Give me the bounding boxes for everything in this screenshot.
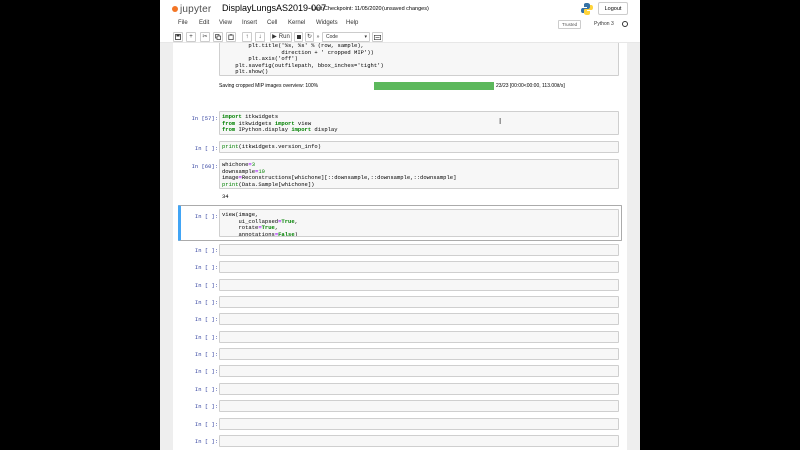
kernel-name: Python 3 <box>594 21 614 27</box>
cell-prompt: In [ ]: <box>194 351 218 358</box>
jupyter-page: jupyter DisplayLungsAS2019-007 Last Chec… <box>160 0 640 450</box>
move-down-button[interactable]: ↓ <box>255 32 265 42</box>
trusted-indicator[interactable]: Trusted <box>558 20 582 29</box>
notebook-container[interactable]: plt.title('%s, %s' % (row, sample), dire… <box>173 43 627 450</box>
jupyter-logo-text: jupyter <box>180 3 212 15</box>
cut-icon: ✂ <box>202 34 208 40</box>
code-input[interactable] <box>219 313 619 325</box>
logout-button[interactable]: Logout <box>598 2 628 15</box>
notebook-title[interactable]: DisplayLungsAS2019-007 <box>222 3 326 13</box>
toolbar: + ✂ ↑ ↓ ▶ Run ↻ » Code ▾ <box>160 31 640 43</box>
cell-output: 34 <box>222 193 229 200</box>
save-icon <box>175 34 181 40</box>
header: jupyter DisplayLungsAS2019-007 Last Chec… <box>160 0 640 19</box>
cell-type-value: Code <box>326 34 338 40</box>
cell-prompt: In [ ]: <box>194 438 218 445</box>
code-input[interactable]: view(image, ui_collapsed=True, rotate=Tr… <box>219 209 619 237</box>
menu-help[interactable]: Help <box>346 20 358 26</box>
interrupt-button[interactable] <box>294 32 303 42</box>
code-line: print(Data.Sample[whichone]) <box>222 180 315 188</box>
cell-prompt: In [ ]: <box>194 145 218 152</box>
jupyter-logo[interactable]: jupyter <box>172 2 211 16</box>
progress-stats: 23/23 [00:00<00:00, 113.00it/s] <box>496 83 565 89</box>
progress-output: Saving cropped MIP images overview: 100%… <box>219 82 619 91</box>
cell-prompt: In [ ]: <box>194 247 218 254</box>
move-up-button[interactable]: ↑ <box>242 32 252 42</box>
move-up-icon: ↑ <box>245 34 249 40</box>
save-button[interactable] <box>173 32 183 42</box>
code-line: print(itkwidgets.version_info) <box>222 143 322 150</box>
menu-view[interactable]: View <box>219 20 232 26</box>
command-palette-button[interactable] <box>372 32 383 42</box>
jupyter-logo-icon <box>172 6 178 12</box>
add-cell-button[interactable]: + <box>186 32 196 42</box>
move-down-icon: ↓ <box>258 34 262 40</box>
restart-button[interactable]: ↻ <box>305 32 314 42</box>
run-label: Run <box>278 34 290 40</box>
screen: jupyter DisplayLungsAS2019-007 Last Chec… <box>0 0 800 450</box>
code-input[interactable] <box>219 348 619 360</box>
code-input[interactable] <box>219 279 619 291</box>
cell-prompt: In [ ]: <box>194 386 218 393</box>
code-input[interactable]: whichone=3 downsample=10 image=Reconstruct… <box>219 159 619 189</box>
chevron-down-icon: ▾ <box>364 34 367 40</box>
code-input[interactable]: print(itkwidgets.version_info) <box>219 141 619 153</box>
cell-prompt: In [ ]: <box>194 421 218 428</box>
stop-icon <box>296 35 301 39</box>
code-input[interactable]: import itkwidgets from itkwidgets import … <box>219 111 619 135</box>
code-input[interactable]: plt.title('%s, %s' % (row, sample), dire… <box>219 43 619 76</box>
run-icon: ▶ <box>272 34 277 40</box>
python-logo-icon <box>581 3 593 15</box>
kernel-status-icon <box>622 21 628 27</box>
restart-run-icon: » <box>316 33 320 40</box>
cut-button[interactable]: ✂ <box>200 32 210 42</box>
code-input[interactable] <box>219 435 619 447</box>
cell-prompt: In [57]: <box>191 115 218 122</box>
unsaved-changes-indicator: (unsaved changes) <box>382 6 429 12</box>
menu-edit[interactable]: Edit <box>199 20 209 26</box>
code-input[interactable] <box>219 418 619 430</box>
cell-prompt: In [ ]: <box>194 334 218 341</box>
menu-file[interactable]: File <box>178 20 188 26</box>
code-input[interactable] <box>219 244 619 256</box>
last-checkpoint: Last Checkpoint: 11/05/2020 <box>312 6 382 12</box>
cell-prompt: In [ ]: <box>194 264 218 271</box>
run-button[interactable]: ▶ Run <box>270 32 292 42</box>
code-input[interactable] <box>219 383 619 395</box>
progress-label: Saving cropped MIP images overview: 100% <box>219 83 319 89</box>
cell-type-select[interactable]: Code ▾ <box>322 32 370 42</box>
code-line: plt.show() <box>222 68 269 75</box>
cell-prompt: In [ ]: <box>194 368 218 375</box>
restart-run-button[interactable]: » <box>316 32 320 42</box>
progress-bar <box>374 82 494 90</box>
paste-icon <box>228 34 234 40</box>
i-beam-cursor-icon: I <box>499 117 502 126</box>
restart-icon: ↻ <box>306 34 313 40</box>
cell-prompt: In [ ]: <box>194 316 218 323</box>
menu-kernel[interactable]: Kernel <box>288 20 305 26</box>
code-line: annotations=False) <box>222 230 298 237</box>
paste-button[interactable] <box>226 32 236 42</box>
code-input[interactable] <box>219 400 619 412</box>
add-cell-icon: + <box>189 34 193 40</box>
cell-prompt: In [ ]: <box>194 282 218 289</box>
code-input[interactable] <box>219 365 619 377</box>
code-input[interactable] <box>219 261 619 273</box>
menu-cell[interactable]: Cell <box>267 20 277 26</box>
code-input[interactable] <box>219 331 619 343</box>
cell-prompt: In [ ]: <box>194 403 218 410</box>
copy-button[interactable] <box>213 32 223 42</box>
cell-prompt: In [60]: <box>191 163 218 170</box>
command-palette-icon <box>374 34 381 40</box>
code-input[interactable] <box>219 296 619 308</box>
code-line: from IPython.display import display <box>222 126 338 133</box>
menu-insert[interactable]: Insert <box>242 20 257 26</box>
cell-prompt: In [ ]: <box>194 299 218 306</box>
copy-icon <box>215 34 221 40</box>
cell-prompt: In [ ]: <box>194 213 218 220</box>
menu-widgets[interactable]: Widgets <box>316 20 338 26</box>
